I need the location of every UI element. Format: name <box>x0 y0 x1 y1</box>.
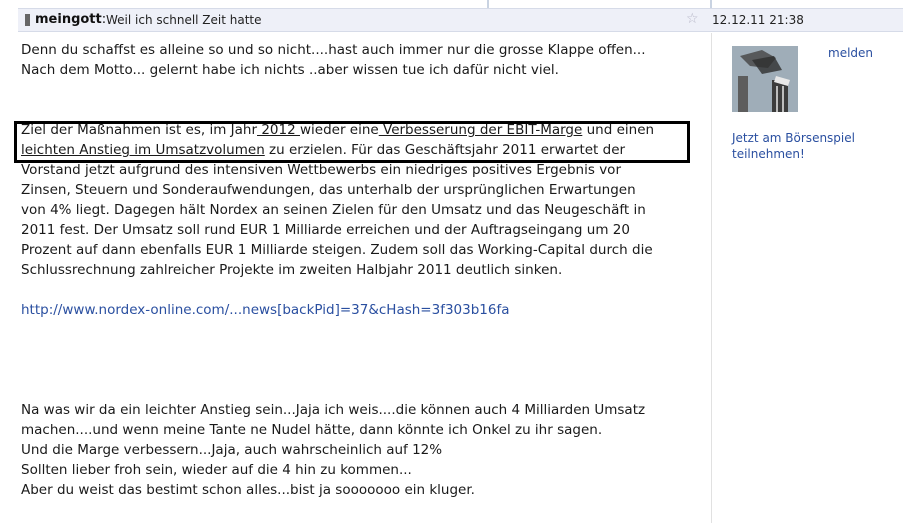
post-body: Denn du schaffst es alleine so und so ni… <box>21 40 701 500</box>
report-link[interactable]: melden <box>828 46 873 60</box>
star-icon[interactable]: ☆ <box>686 11 699 27</box>
quote-line: Prozent auf dann ebenfalls EUR 1 Milliar… <box>21 242 653 258</box>
post-line: Denn du schaffst es alleine so und so ni… <box>21 42 646 58</box>
quote-underlined-anstieg: leichten Anstieg im Umsatzvolumen <box>21 142 265 158</box>
stock-game-link[interactable]: Jetzt am Börsenspiel teilnehmen! <box>732 130 892 162</box>
quote-line: von 4% liegt. Dagegen hält Nordex an sei… <box>21 202 646 218</box>
quote-line: leichten Anstieg im Umsatzvolumen zu erz… <box>21 140 701 160</box>
sidebar-divider <box>711 33 712 523</box>
post-line: Und die Marge verbessern...Jaja, auch wa… <box>21 442 443 458</box>
top-strip <box>0 0 903 8</box>
avatar-image <box>732 46 798 112</box>
post-line: Na was wir da ein leichter Anstieg sein.… <box>21 402 646 418</box>
quote-text: und einen <box>582 122 655 138</box>
quote-line: Schlussrechnung zahlreicher Projekte im … <box>21 262 563 278</box>
quote-underlined-year: 2012 <box>257 122 300 138</box>
quote-underlined-ebit: Verbesserung der EBIT-Marge <box>378 122 583 138</box>
quote-line: 2011 fest. Der Umsatz soll rund EUR 1 Mi… <box>21 222 630 238</box>
top-strip-tick <box>710 0 712 8</box>
post-line: Sollten lieber froh sein, wieder auf die… <box>21 462 412 478</box>
avatar[interactable] <box>732 46 798 112</box>
post-author[interactable]: meingott: <box>35 12 106 27</box>
post-timestamp: 12.12.11 21:38 <box>712 13 804 27</box>
user-icon <box>25 14 30 26</box>
quote-line: Zinsen, Steuern und Sonderaufwendungen, … <box>21 182 636 198</box>
source-link[interactable]: http://www.nordex-online.com/...news[bac… <box>21 302 510 318</box>
top-strip-tick <box>487 0 489 8</box>
quote-text: zu erzielen. Für das Geschäftsjahr 2011 … <box>264 142 626 158</box>
post-header: meingott: Weil ich schnell Zeit hatte ☆ … <box>18 8 903 32</box>
post-subject: Weil ich schnell Zeit hatte <box>106 13 262 27</box>
post-line: Nach dem Motto... gelernt habe ich nicht… <box>21 62 559 78</box>
quote-line: Vorstand jetzt aufgrund des intensiven W… <box>21 162 621 178</box>
quote-text: wieder eine <box>299 122 379 138</box>
post-line: Aber du weist das bestimt schon alles...… <box>21 482 475 498</box>
quote-text: Ziel der Maßnahmen ist es, im Jahr <box>21 122 258 138</box>
quote-line: Ziel der Maßnahmen ist es, im Jahr 2012 … <box>21 120 701 140</box>
post-line: machen....und wenn meine Tante ne Nudel … <box>21 422 603 438</box>
